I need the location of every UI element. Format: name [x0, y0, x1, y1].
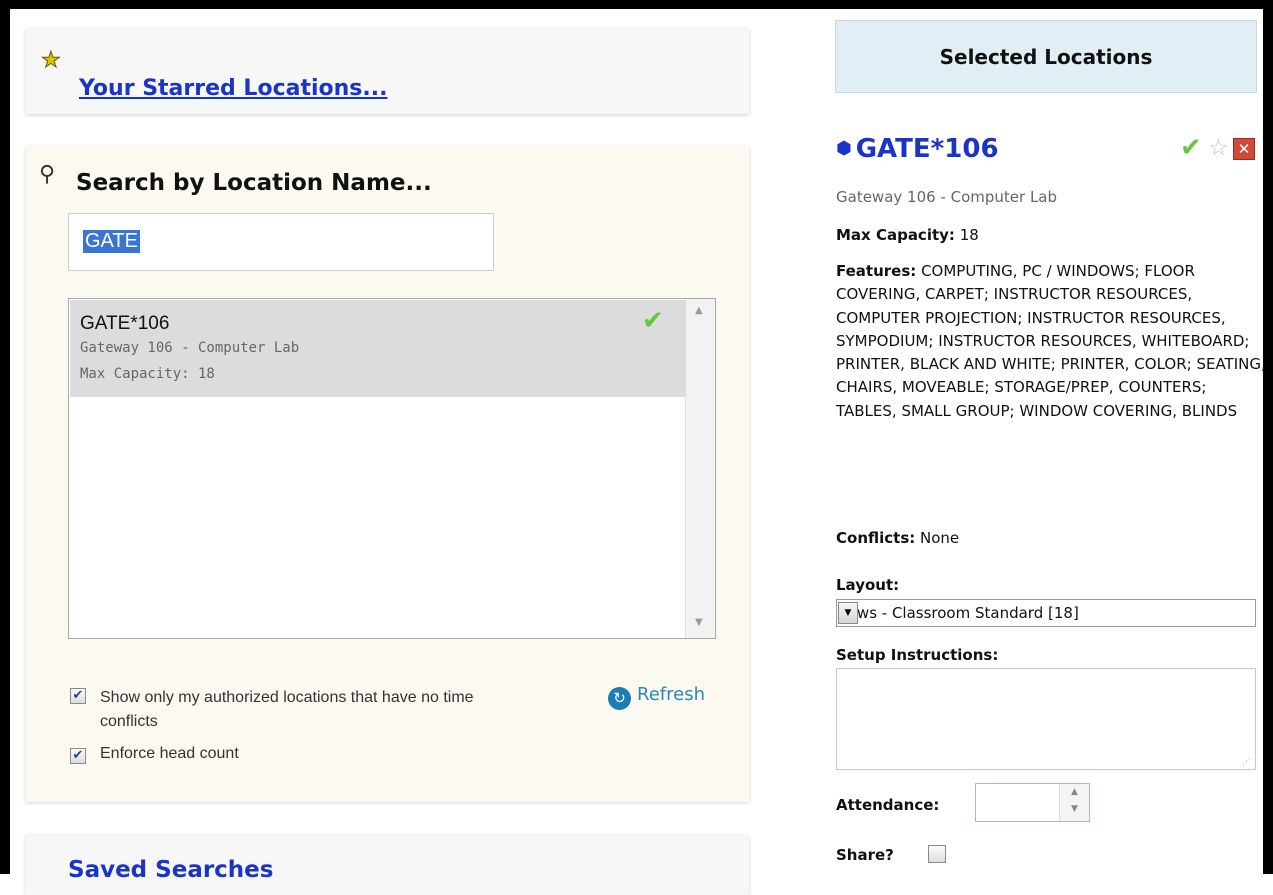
conflicts-label: Conflicts: [836, 529, 916, 547]
checkmark-icon: ✔ [642, 306, 664, 336]
frame-left-border [0, 0, 10, 874]
search-results-list[interactable]: GATE*106 Gateway 106 - Computer Lab Max … [68, 298, 716, 639]
chevron-down-icon[interactable]: ▼ [838, 602, 858, 624]
max-capacity-value: 18 [959, 226, 979, 244]
selected-location-name: GATE*106 [855, 134, 999, 164]
scroll-up-icon[interactable]: ▲ [695, 305, 703, 316]
attendance-label: Attendance: [836, 796, 940, 814]
results-scrollbar[interactable]: ▲ ▼ [685, 299, 715, 638]
conflicts-value: None [920, 529, 960, 547]
search-query-text: GATE [83, 230, 140, 253]
star-outline-icon[interactable]: ☆ [1208, 135, 1229, 161]
result-description: Gateway 106 - Computer Lab [80, 340, 300, 356]
enforce-headcount-label: Enforce head count [100, 745, 239, 762]
enforce-headcount-checkbox[interactable]: ✔ [70, 748, 86, 764]
refresh-button[interactable]: ↻ Refresh [608, 684, 705, 710]
frame-top-border [0, 0, 1273, 9]
star-icon: ★ [41, 48, 62, 74]
features-value: COMPUTING, PC / WINDOWS; FLOOR COVERING,… [836, 262, 1266, 420]
location-search-input[interactable]: GATE [68, 213, 494, 271]
features-label: Features: [836, 262, 917, 280]
share-label: Share? [836, 846, 894, 864]
saved-searches-panel: Saved Searches [26, 835, 749, 895]
max-capacity-label: Max Capacity: [836, 226, 955, 244]
authorized-only-checkbox[interactable]: ✔ [70, 688, 86, 704]
checkmark-icon[interactable]: ✔ [1180, 133, 1202, 163]
selected-location-title: ⬢ GATE*106 [836, 134, 999, 164]
saved-searches-heading[interactable]: Saved Searches [68, 857, 273, 883]
starred-locations-panel: ★ Your Starred Locations... [26, 28, 749, 114]
attendance-stepper[interactable]: ▲ ▼ [975, 783, 1090, 822]
refresh-icon: ↻ [608, 687, 631, 710]
scroll-down-icon[interactable]: ▼ [695, 617, 703, 628]
setup-instructions-label: Setup Instructions: [836, 646, 999, 664]
layout-label: Layout: [836, 576, 900, 594]
share-checkbox[interactable] [928, 845, 946, 863]
frame-right-border [1263, 0, 1273, 874]
setup-instructions-textarea[interactable]: ⋰ [836, 668, 1256, 770]
max-capacity: Max Capacity: 18 [836, 226, 979, 244]
starred-locations-link[interactable]: Your Starred Locations... [79, 76, 387, 101]
conflicts: Conflicts: None [836, 529, 959, 547]
features: Features: COMPUTING, PC / WINDOWS; FLOOR… [836, 260, 1266, 423]
search-heading: Search by Location Name... [76, 170, 432, 196]
magnifier-icon: ⚲ [39, 162, 56, 187]
result-name: GATE*106 [80, 313, 170, 334]
layout-selected-value: Rows - Classroom Standard [18] [838, 604, 1079, 622]
resize-grip-icon[interactable]: ⋰ [1242, 757, 1251, 767]
selected-location-description: Gateway 106 - Computer Lab [836, 188, 1058, 206]
authorized-only-label: Show only my authorized locations that h… [100, 689, 474, 730]
selected-locations-header: Selected Locations [835, 20, 1257, 93]
attendance-spin-buttons[interactable]: ▲ ▼ [1059, 784, 1089, 821]
refresh-label: Refresh [637, 684, 705, 705]
layout-select[interactable]: Rows - Classroom Standard [18] ▼ [836, 599, 1256, 627]
close-icon[interactable]: ✕ [1233, 138, 1255, 160]
search-by-name-panel: ⚲ Search by Location Name... GATE GATE*1… [26, 146, 749, 802]
cube-icon: ⬢ [836, 138, 852, 159]
result-item[interactable]: GATE*106 Gateway 106 - Computer Lab Max … [70, 300, 685, 397]
result-capacity: Max Capacity: 18 [80, 366, 215, 382]
